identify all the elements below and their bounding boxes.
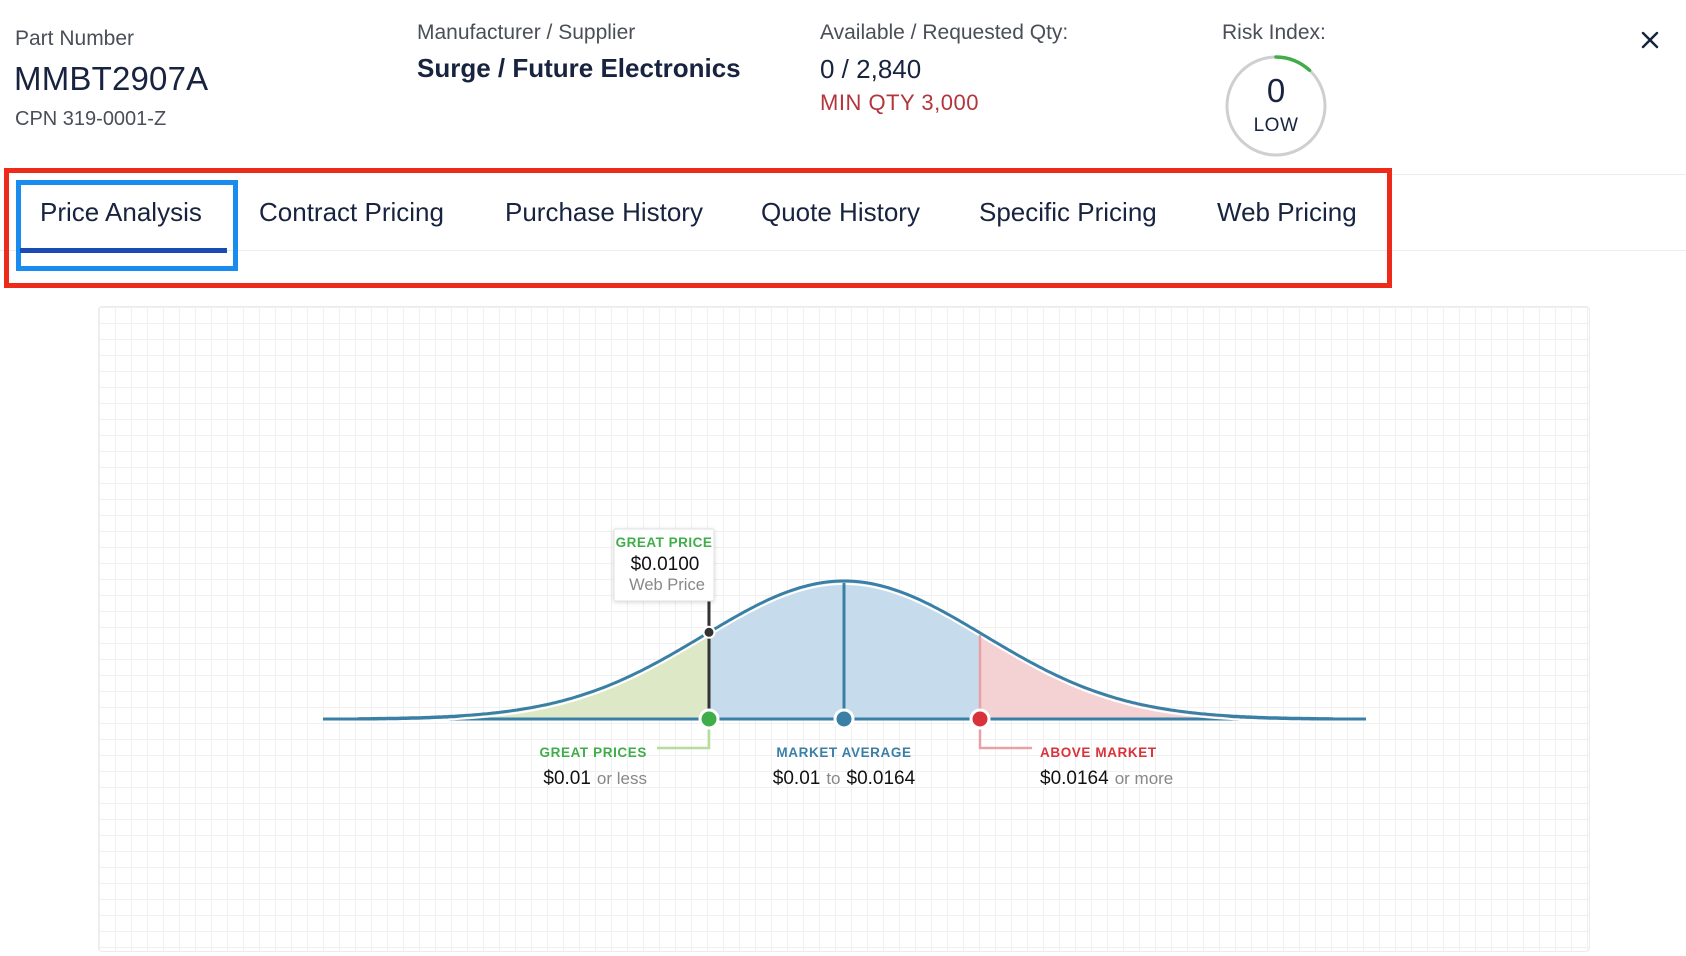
risk-level: LOW: [1253, 115, 1299, 136]
tab-price-analysis[interactable]: Price Analysis: [40, 197, 202, 228]
qty-label: Available / Requested Qty:: [820, 21, 1069, 44]
tab-specific-pricing[interactable]: Specific Pricing: [979, 197, 1157, 228]
price-analysis-chart-panel: [98, 306, 1590, 952]
tab-web-pricing[interactable]: Web Pricing: [1217, 197, 1357, 228]
risk-index-value: 0: [1266, 72, 1286, 109]
tab-contract-pricing[interactable]: Contract Pricing: [259, 197, 444, 228]
risk-gauge-arc: [1274, 55, 1312, 73]
close-icon[interactable]: [1636, 26, 1664, 54]
manufacturer-value: Surge / Future Electronics: [417, 53, 741, 83]
manufacturer-label: Manufacturer / Supplier: [417, 21, 636, 44]
risk-index-label: Risk Index:: [1222, 21, 1326, 44]
tab-quote-history[interactable]: Quote History: [761, 197, 920, 228]
part-number-label: Part Number: [15, 27, 135, 50]
min-qty-warning: MIN QTY 3,000: [820, 90, 979, 115]
tab-purchase-history[interactable]: Purchase History: [505, 197, 703, 228]
qty-value: 0 / 2,840: [820, 54, 922, 84]
active-tab-underline: [20, 248, 227, 253]
part-number: MMBT2907A: [14, 60, 209, 97]
header-divider: [1390, 174, 1686, 175]
cpn: CPN 319-0001-Z: [15, 108, 167, 130]
